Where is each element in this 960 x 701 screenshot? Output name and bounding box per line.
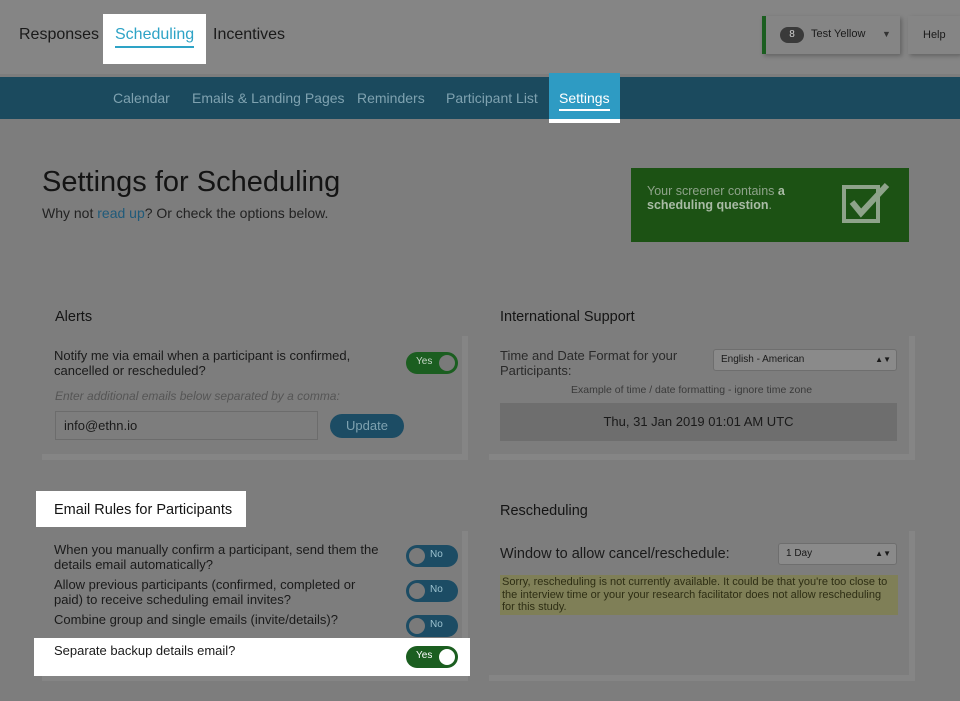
toggle-knob [409, 583, 425, 599]
format-example-value: Thu, 31 Jan 2019 01:01 AM UTC [500, 403, 897, 441]
notice-text: Your screener contains a scheduling ques… [647, 184, 827, 212]
update-button[interactable]: Update [330, 414, 404, 438]
email-rules-title: Email Rules for Participants [36, 491, 247, 527]
checkbox-checked-icon [842, 182, 890, 223]
rule-previous-participants-toggle[interactable]: No [406, 580, 458, 602]
notice-text-suffix: . [768, 198, 773, 212]
select-arrows-icon: ▲▼ [875, 355, 891, 364]
rule-label: Combine group and single emails (invite/… [54, 612, 338, 627]
page-title: Settings for Scheduling [42, 166, 341, 198]
toggle-label: No [430, 549, 443, 560]
toggle-knob [439, 355, 455, 371]
date-format-select[interactable]: English - American ▲▼ [713, 349, 897, 371]
subnav-participant-list[interactable]: Participant List [446, 77, 538, 119]
rule-label: When you manually confirm a participant,… [54, 542, 379, 572]
international-support-title: International Support [500, 309, 635, 325]
scheduling-question-notice: Your screener contains a scheduling ques… [631, 168, 909, 242]
subnav-settings-label: Settings [559, 90, 610, 111]
rule-combine-emails-toggle[interactable]: No [406, 615, 458, 637]
subnav-settings[interactable]: Settings [549, 73, 620, 123]
notification-count-badge: 8 [780, 27, 804, 43]
rule-label: Allow previous participants (confirmed, … [54, 577, 356, 607]
notify-toggle[interactable]: Yes [406, 352, 458, 374]
alerts-title: Alerts [55, 309, 93, 325]
caret-down-icon: ▼ [882, 29, 891, 39]
toggle-label: No [430, 584, 443, 595]
notify-label: Notify me via email when a participant i… [54, 348, 351, 378]
subtitle-prefix: Why not [42, 205, 98, 221]
account-name: Test Yellow [811, 28, 866, 40]
page-subtitle: Why not read up? Or check the options be… [42, 205, 328, 221]
subnav-emails-landing-pages[interactable]: Emails & Landing Pages [192, 77, 345, 119]
additional-emails-hint: Enter additional emails below separated … [55, 389, 340, 403]
subtitle-suffix: ? Or check the options below. [144, 205, 329, 221]
top-nav: Responses Scheduling Incentives 8 Test Y… [0, 0, 960, 74]
rule-label: Separate backup details email? [54, 643, 236, 658]
account-menu[interactable]: 8 Test Yellow ▼ [762, 16, 900, 54]
subnav-reminders[interactable]: Reminders [357, 77, 425, 119]
additional-emails-input[interactable]: info@ethn.io [55, 411, 318, 440]
notice-text-prefix: Your screener contains [647, 184, 778, 198]
toggle-label: Yes [416, 650, 433, 661]
window-label: Window to allow cancel/reschedule: [500, 546, 730, 562]
toggle-knob [409, 618, 425, 634]
toggle-label: No [430, 619, 443, 630]
tab-incentives[interactable]: Incentives [213, 0, 285, 70]
rule-auto-details-toggle[interactable]: No [406, 545, 458, 567]
window-value: 1 Day [786, 548, 813, 559]
format-example-label: Example of time / date formatting - igno… [571, 384, 813, 396]
date-format-label: Time and Date Format for your Participan… [500, 348, 678, 378]
select-arrows-icon: ▲▼ [875, 549, 891, 558]
tab-responses[interactable]: Responses [19, 0, 99, 70]
window-select[interactable]: 1 Day ▲▼ [778, 543, 897, 565]
read-up-link[interactable]: read up [97, 205, 144, 221]
rule-separate-backup-toggle[interactable]: Yes [406, 646, 458, 668]
toggle-label: Yes [416, 356, 433, 367]
tab-scheduling-label: Scheduling [115, 26, 195, 48]
subnav-calendar[interactable]: Calendar [113, 77, 170, 119]
date-format-value: English - American [721, 354, 805, 365]
sub-nav: Calendar Emails & Landing Pages Reminder… [0, 73, 960, 123]
tab-scheduling[interactable]: Scheduling [103, 14, 207, 64]
help-button[interactable]: Help [908, 16, 960, 54]
rescheduling-warning: Sorry, rescheduling is not currently ava… [500, 575, 898, 615]
toggle-knob [439, 649, 455, 665]
separate-backup-row: Separate backup details email? Yes [34, 638, 470, 676]
toggle-knob [409, 548, 425, 564]
rescheduling-title: Rescheduling [500, 503, 588, 519]
